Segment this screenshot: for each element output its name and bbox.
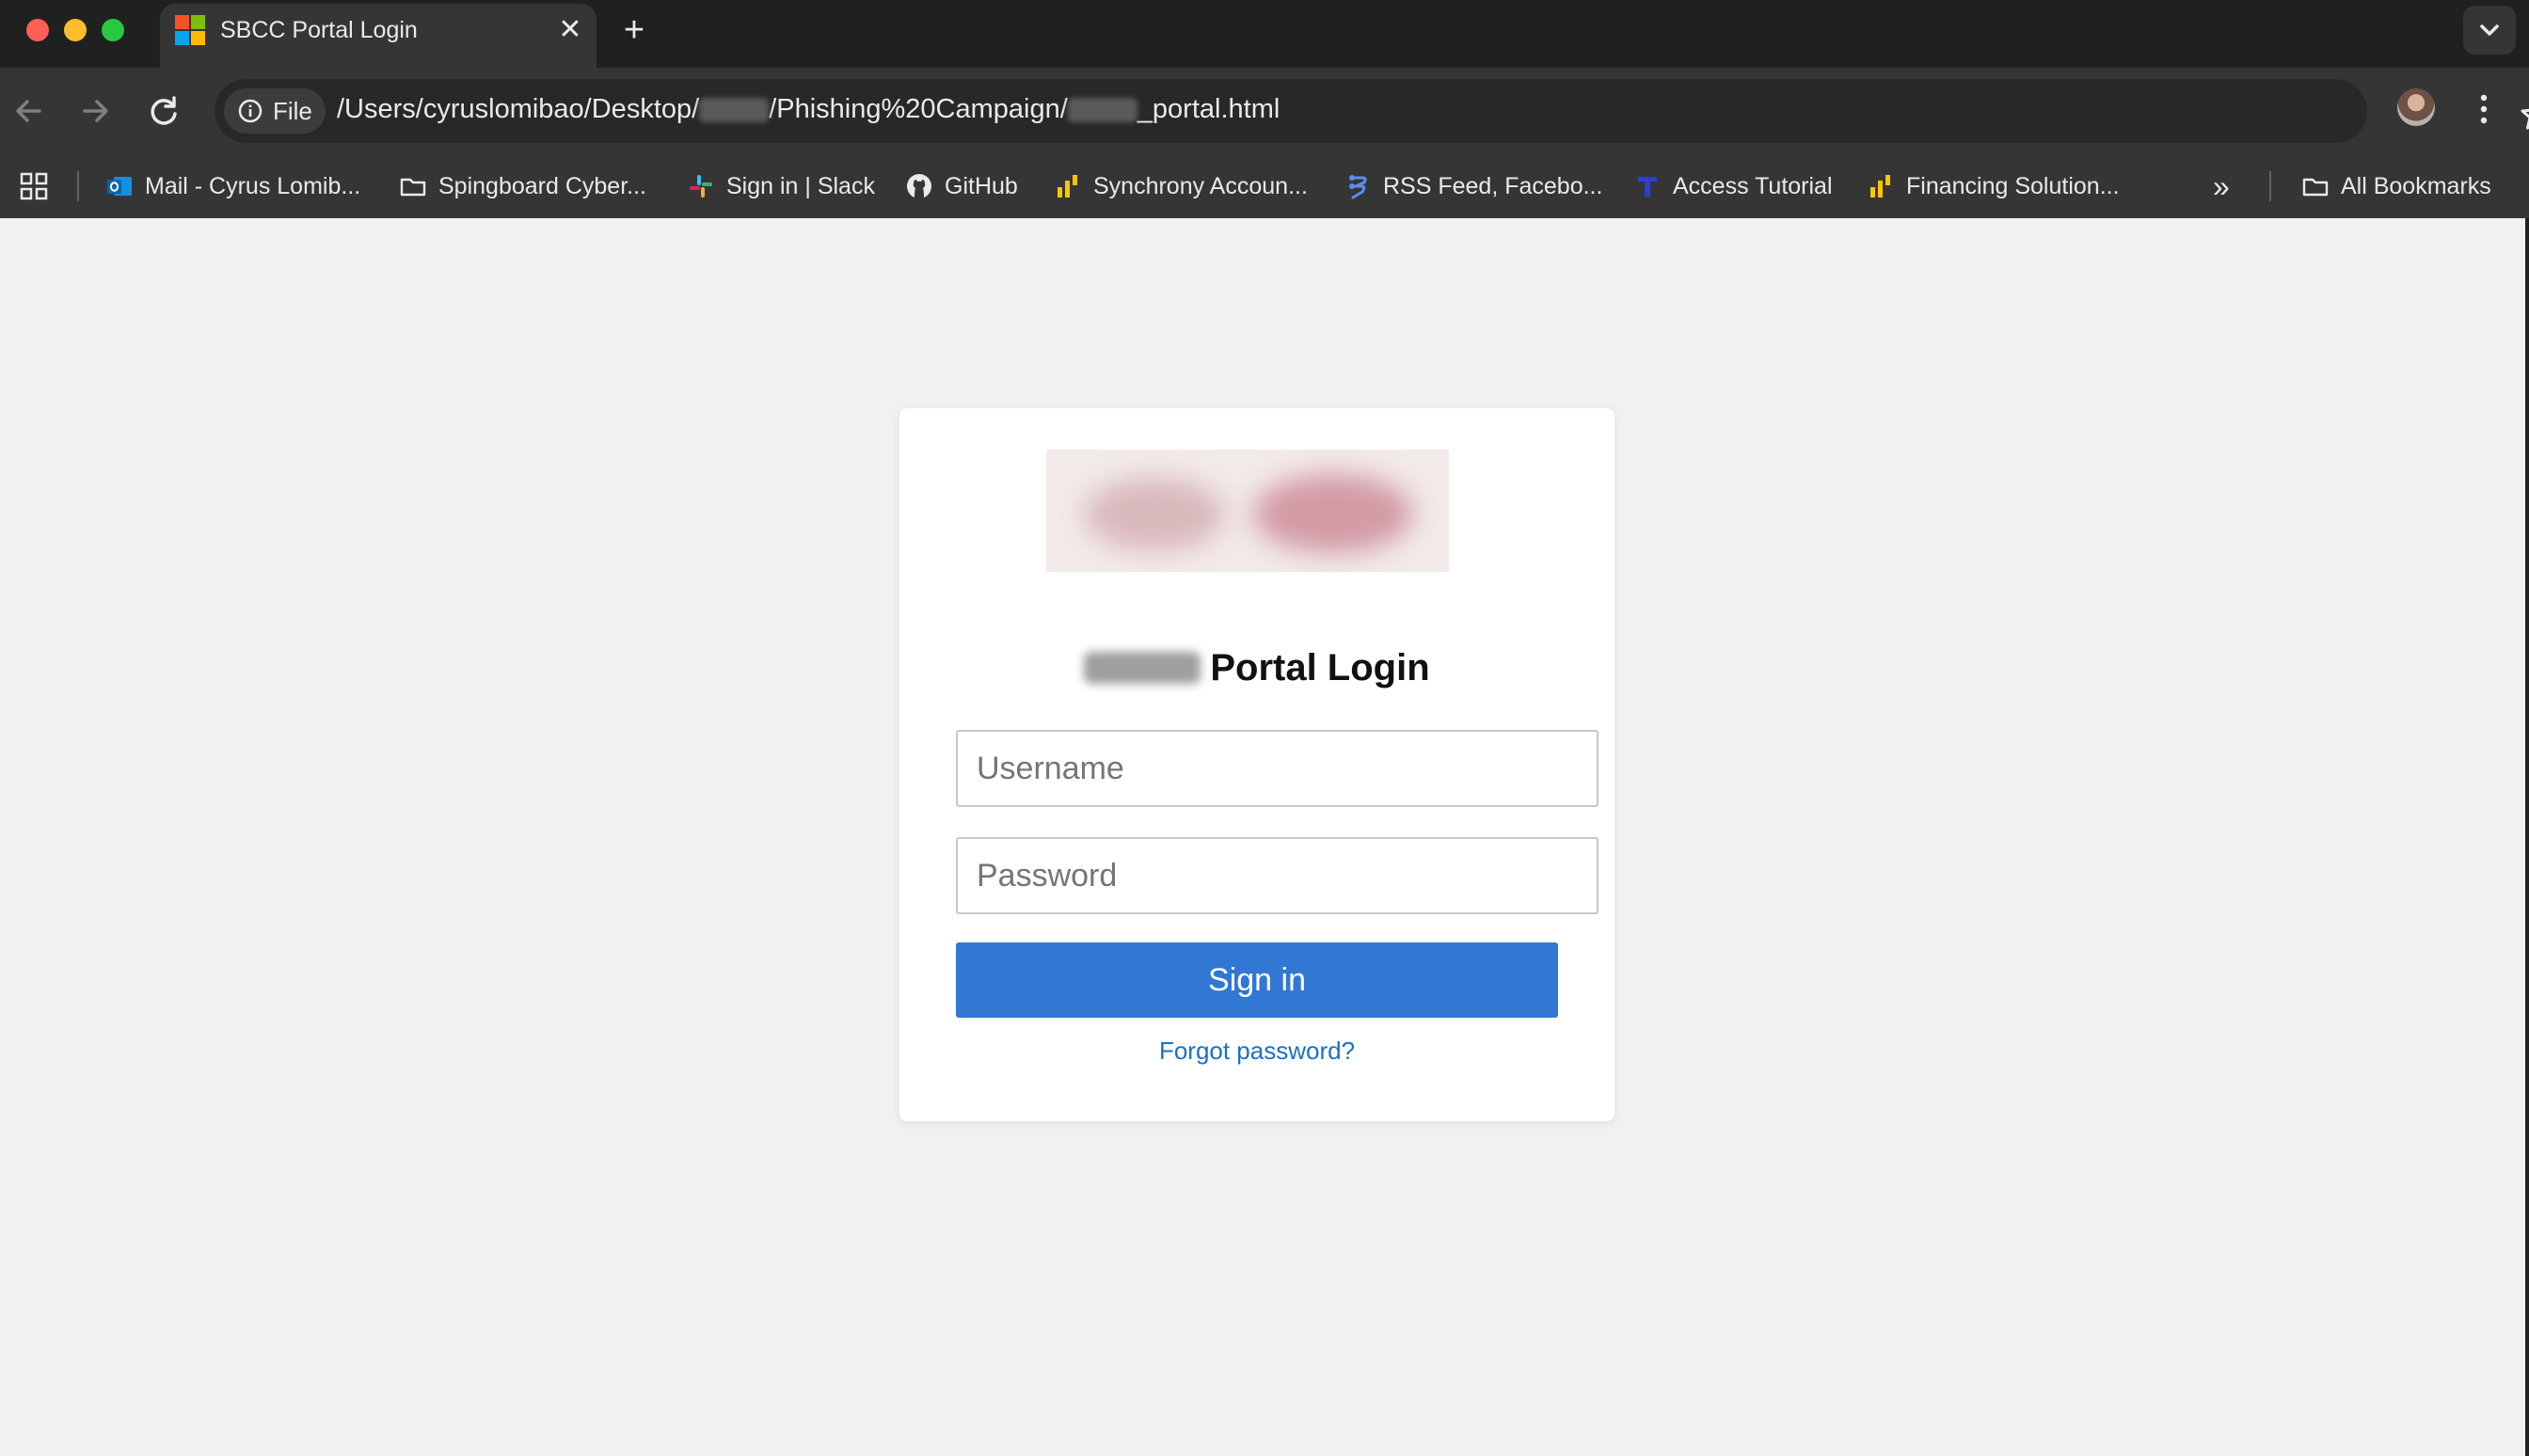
url-segment: /Phishing%20Campaign/: [769, 94, 1068, 124]
site-chip-label: File: [273, 97, 312, 125]
bookmark-github[interactable]: GitHub: [905, 166, 1018, 206]
window-edge: [2525, 218, 2529, 1456]
close-tab-icon[interactable]: ✕: [553, 13, 587, 47]
tutorial-icon: [1638, 177, 1657, 197]
maximize-window-button[interactable]: [102, 19, 124, 41]
redacted-blur: [699, 98, 770, 123]
url-segment: _portal.html: [1137, 94, 1280, 124]
organization-logo: [1046, 450, 1449, 572]
forward-arrow-icon[interactable]: [73, 88, 119, 134]
github-icon: [907, 174, 931, 198]
bookmark-slack[interactable]: Sign in | Slack: [687, 166, 875, 206]
all-bookmarks-button[interactable]: All Bookmarks: [2301, 166, 2491, 206]
new-tab-button[interactable]: +: [615, 11, 653, 49]
chevron-double-right-icon: »: [2213, 168, 2230, 203]
bookmark-mail[interactable]: Mail - Cyrus Lomib...: [105, 166, 360, 206]
username-input[interactable]: [956, 730, 1599, 807]
bookmarks-bar: Mail - Cyrus Lomib... Spingboard Cyber..…: [0, 154, 2529, 218]
tab-search-button[interactable]: [2463, 6, 2516, 55]
bookmarks-overflow-button[interactable]: »: [2213, 166, 2230, 206]
back-arrow-icon[interactable]: [6, 88, 51, 134]
page-title: Portal Login: [899, 647, 1614, 689]
more-menu-icon[interactable]: [2473, 87, 2495, 132]
rss-app-icon: [1349, 175, 1367, 199]
bookmark-label: Synchrony Accoun...: [1093, 172, 1308, 199]
bookmarks-separator: [77, 171, 79, 201]
apps-grid-icon[interactable]: [19, 171, 49, 201]
bookmark-label: RSS Feed, Facebo...: [1383, 172, 1603, 199]
bookmark-label: Access Tutorial: [1673, 172, 1833, 199]
synchrony-icon: [1058, 175, 1077, 198]
redacted-blur: [1067, 98, 1137, 123]
url-segment: /Users/cyruslomibao/Desktop/: [337, 94, 700, 124]
reload-icon[interactable]: [141, 88, 186, 134]
outlook-icon: [107, 177, 132, 196]
login-card: Portal Login Sign in Forgot password?: [899, 408, 1614, 1121]
logo-blur: [1253, 474, 1413, 553]
bookmark-label: Spingboard Cyber...: [438, 172, 646, 199]
slack-icon: [690, 175, 712, 198]
all-bookmarks-label: All Bookmarks: [2341, 172, 2491, 199]
bookmark-star-icon[interactable]: [2518, 96, 2529, 134]
folder-icon: [2302, 178, 2329, 197]
close-window-button[interactable]: [26, 19, 49, 41]
password-input[interactable]: [956, 837, 1599, 914]
bookmark-financing[interactable]: Financing Solution...: [1867, 166, 2120, 206]
synchrony-icon: [1870, 175, 1890, 198]
bookmarks-separator: [2269, 171, 2271, 201]
browser-toolbar: File /Users/cyruslomibao/Desktop/ /Phishi…: [0, 68, 2529, 154]
bookmark-label: Mail - Cyrus Lomib...: [145, 172, 361, 199]
minimize-window-button[interactable]: [64, 19, 87, 41]
bookmark-springboard[interactable]: Spingboard Cyber...: [399, 166, 646, 206]
bookmark-rss[interactable]: RSS Feed, Facebo...: [1344, 166, 1602, 206]
microsoft-logo-icon: [175, 15, 205, 45]
logo-blur: [1084, 478, 1225, 551]
tab-title: SBCC Portal Login: [220, 17, 418, 43]
bookmark-access-tutorial[interactable]: Access Tutorial: [1633, 166, 1833, 206]
bookmark-label: GitHub: [945, 172, 1018, 199]
site-info-chip[interactable]: File: [224, 88, 326, 134]
folder-icon: [400, 178, 426, 197]
chevron-down-icon: [2480, 24, 2499, 36]
browser-tab[interactable]: SBCC Portal Login ✕: [160, 4, 596, 68]
sign-in-button[interactable]: Sign in: [956, 942, 1558, 1018]
profile-avatar[interactable]: [2397, 88, 2435, 126]
page-title-text: Portal Login: [1210, 647, 1430, 688]
url-text: /Users/cyruslomibao/Desktop/ /Phishing%20…: [337, 94, 1280, 125]
tab-strip: SBCC Portal Login ✕ +: [0, 0, 2529, 68]
bookmark-label: Sign in | Slack: [726, 172, 875, 199]
address-bar[interactable]: File /Users/cyruslomibao/Desktop/ /Phishi…: [215, 79, 2529, 143]
bookmark-synchrony[interactable]: Synchrony Accoun...: [1054, 166, 1308, 206]
redacted-blur: [1084, 652, 1201, 684]
forgot-password-link[interactable]: Forgot password?: [956, 1037, 1558, 1066]
info-icon: [238, 99, 262, 123]
bookmark-label: Financing Solution...: [1906, 172, 2120, 199]
